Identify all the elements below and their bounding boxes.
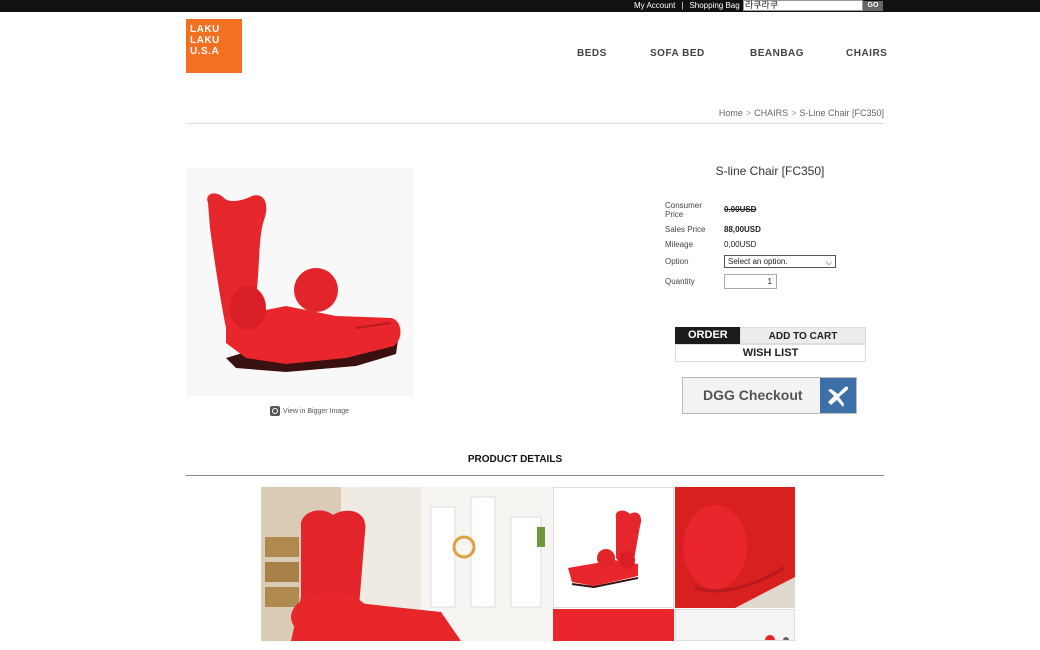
add-to-cart-button[interactable]: ADD TO CART	[740, 327, 866, 344]
my-account-link[interactable]: My Account	[634, 1, 675, 10]
detail-image-extra	[675, 609, 795, 641]
airplane-icon	[820, 378, 856, 413]
sales-price-label: Sales Price	[665, 225, 706, 234]
mileage-label: Mileage	[665, 240, 694, 249]
link-separator: |	[681, 1, 684, 10]
breadcrumb: Home > CHAIRS > S-Line Chair [FC350]	[719, 108, 884, 118]
brand-logo[interactable]: LAKU LAKU U.S.A	[186, 19, 242, 73]
logo-line-2: LAKU	[190, 35, 220, 46]
detail-image-chair	[553, 487, 674, 608]
detail-image-closeup	[675, 487, 795, 608]
top-links: My Account | Shopping Bag	[634, 0, 740, 12]
chevron-right-icon: >	[791, 108, 797, 118]
nav-item-sofa-bed[interactable]: SOFA BED	[650, 48, 705, 59]
chevron-right-icon: >	[745, 108, 752, 118]
quantity-label: Quantity	[665, 277, 695, 286]
dgg-checkout-button[interactable]: DGG Checkout	[682, 377, 857, 414]
product-title: S-line Chair [FC350]	[715, 164, 825, 178]
option-select-value: Select an option.	[728, 257, 788, 266]
view-bigger-image-link[interactable]: View in Bigger Image	[270, 406, 349, 416]
breadcrumb-chairs[interactable]: CHAIRS	[754, 108, 788, 118]
dgg-checkout-label: DGG Checkout	[703, 387, 803, 403]
breadcrumb-current: S-Line Chair [FC350]	[799, 108, 884, 118]
go-button[interactable]: GO	[863, 1, 883, 11]
order-button[interactable]: ORDER	[675, 327, 740, 344]
option-select[interactable]: Select an option. ⌵	[724, 255, 836, 268]
quantity-input[interactable]: 1	[724, 274, 777, 289]
top-bar: My Account | Shopping Bag 라쿠라쿠 GO	[0, 0, 1040, 12]
nav-item-beanbag[interactable]: BEANBAG	[750, 48, 804, 59]
view-bigger-label: View in Bigger Image	[283, 407, 350, 415]
option-label: Option	[665, 257, 689, 266]
logo-line-3: U.S.A	[190, 46, 220, 57]
chevron-down-icon: ⌵	[825, 258, 832, 267]
divider	[186, 123, 884, 124]
detail-image-fabric	[553, 609, 674, 641]
product-main-image[interactable]	[186, 168, 414, 396]
logo-line-1: LAKU	[190, 24, 220, 35]
consumer-price-label: Consumer Price	[665, 201, 702, 219]
consumer-price-value: 0.00USD	[724, 205, 757, 214]
divider	[186, 475, 884, 476]
magnifier-icon	[270, 406, 280, 416]
mileage-value: 0,00USD	[724, 240, 757, 249]
product-details-heading: PRODUCT DETAILS	[467, 454, 563, 465]
detail-image-room	[261, 487, 553, 641]
nav-item-chairs[interactable]: CHAIRS	[846, 48, 887, 59]
nav-item-beds[interactable]: BEDS	[577, 48, 607, 59]
breadcrumb-home[interactable]: Home	[719, 108, 743, 118]
sales-price-value: 88,00USD	[724, 225, 761, 234]
shopping-bag-link[interactable]: Shopping Bag	[689, 1, 739, 10]
wish-list-button[interactable]: WISH LIST	[675, 344, 866, 362]
search-input[interactable]: 라쿠라쿠	[743, 0, 863, 11]
